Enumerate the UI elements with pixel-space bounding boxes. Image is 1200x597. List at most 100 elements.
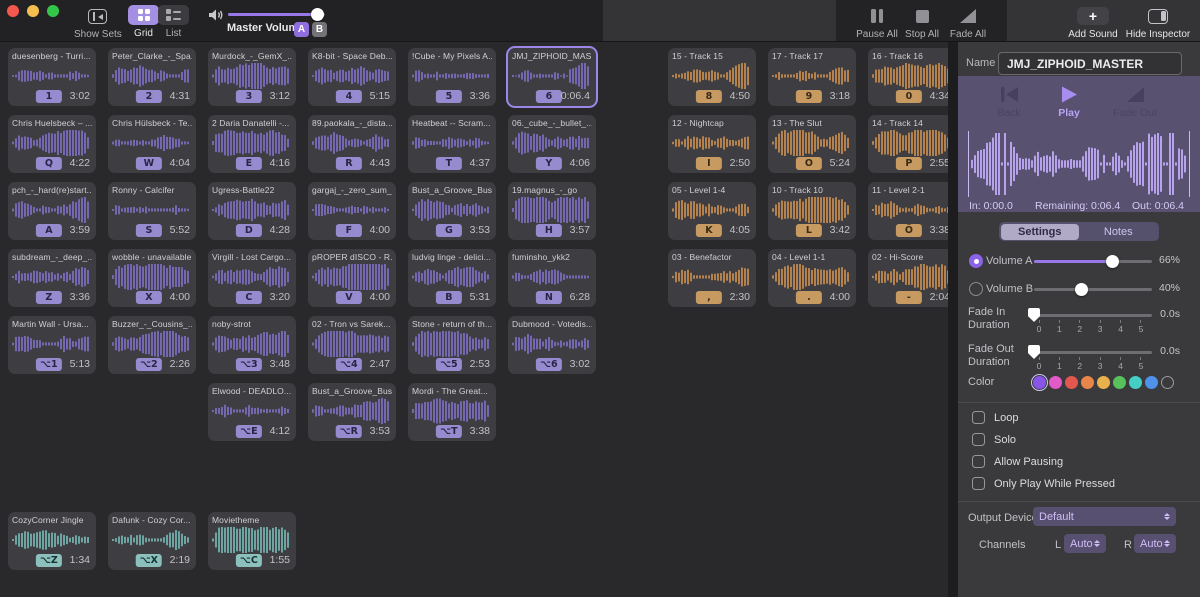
sound-tile[interactable]: 02 - Hi-Score-2:04 <box>868 249 956 307</box>
output-device-dropdown[interactable]: Default <box>1033 507 1176 526</box>
volume-a-button[interactable]: A <box>294 22 309 37</box>
sound-tile[interactable]: 10 - Track 10L3:42 <box>768 182 856 240</box>
fade-in-slider[interactable] <box>1034 314 1152 317</box>
color-swatch[interactable] <box>1033 376 1046 389</box>
color-swatch[interactable] <box>1113 376 1126 389</box>
checkbox[interactable] <box>972 455 985 468</box>
sound-tile[interactable]: Elwood - DEADLO...⌥E4:12 <box>208 383 296 441</box>
sound-tile[interactable]: K8-bit - Space Deb...45:15 <box>308 48 396 106</box>
hide-inspector-button[interactable]: Hide Inspector <box>1120 6 1196 40</box>
sound-tile[interactable]: fuminsho_ykk2N6:28 <box>508 249 596 307</box>
sound-tile[interactable]: Ugress-Battle22D4:28 <box>208 182 296 240</box>
sound-tile[interactable]: Dubmood - Votedis...⌥63:02 <box>508 316 596 374</box>
sound-tile[interactable]: gargaj_-_zero_sum_...F4:00 <box>308 182 396 240</box>
minimize-window-button[interactable] <box>27 5 39 17</box>
sound-tile[interactable]: Virgill - Lost Cargo...C3:20 <box>208 249 296 307</box>
fade-all-button[interactable]: Fade All <box>944 6 992 40</box>
sound-tile[interactable]: JMJ_ZIPHOID_MAS...60:06.4 <box>508 48 596 106</box>
sound-tile[interactable]: 03 - Benefactor,2:30 <box>668 249 756 307</box>
fade-out-slider[interactable] <box>1034 351 1152 354</box>
sound-tile[interactable]: Heatbeat -- Scram...T4:37 <box>408 115 496 173</box>
out-marker[interactable] <box>1189 131 1190 197</box>
checkbox[interactable] <box>972 477 985 490</box>
sound-tile[interactable]: Chris Huelsbeck – ...Q4:22 <box>8 115 96 173</box>
checkbox-row-allow-pausing[interactable]: Allow Pausing <box>958 452 1200 474</box>
volume-a-knob[interactable] <box>1106 255 1119 268</box>
sound-tile[interactable]: CozyCorner Jingle⌥Z1:34 <box>8 512 96 570</box>
sound-tile[interactable]: Murdock_-_GemX_...33:12 <box>208 48 296 106</box>
sound-tile[interactable]: 2 Daria Danatelli -...E4:16 <box>208 115 296 173</box>
sound-tile[interactable]: 89.paokala_-_dista...R4:43 <box>308 115 396 173</box>
color-swatch[interactable] <box>1081 376 1094 389</box>
sound-tile[interactable]: 16 - Track 1604:34 <box>868 48 956 106</box>
sound-tile[interactable]: pch_-_hard(re)start...A3:59 <box>8 182 96 240</box>
sound-tile[interactable]: pROPER dISCO - R...V4:00 <box>308 249 396 307</box>
checkbox-row-only-play-while-pressed[interactable]: Only Play While Pressed <box>958 474 1200 496</box>
add-sound-button[interactable]: + Add Sound <box>1068 6 1118 40</box>
sound-tile[interactable]: 05 - Level 1-4K4:05 <box>668 182 756 240</box>
sound-tile[interactable]: 11 - Level 2-1Ö3:38 <box>868 182 956 240</box>
name-field[interactable] <box>998 52 1182 75</box>
sound-tile[interactable]: ludvig linge - delici...B5:31 <box>408 249 496 307</box>
sound-tile[interactable]: Stone - return of th...⌥52:53 <box>408 316 496 374</box>
checkbox-row-loop[interactable]: Loop <box>958 408 1200 430</box>
volume-b-slider[interactable] <box>1034 288 1152 291</box>
color-swatch[interactable] <box>1129 376 1142 389</box>
checkbox[interactable] <box>972 433 985 446</box>
show-sets-button[interactable]: Show Sets <box>74 6 122 40</box>
sound-tile[interactable]: 19.magnus_-_goH3:57 <box>508 182 596 240</box>
sound-tile[interactable]: Dafunk - Cozy Cor...⌥X2:19 <box>108 512 196 570</box>
tab-notes[interactable]: Notes <box>1079 224 1158 240</box>
checkbox[interactable] <box>972 411 985 424</box>
sound-tile[interactable]: Martin Wall - Ursa...⌥15:13 <box>8 316 96 374</box>
sound-tile[interactable]: 15 - Track 1584:50 <box>668 48 756 106</box>
color-swatch[interactable] <box>1097 376 1110 389</box>
color-swatch[interactable] <box>1145 376 1158 389</box>
sound-tile[interactable]: 12 - NightcapI2:50 <box>668 115 756 173</box>
play-button[interactable]: Play <box>1044 86 1094 119</box>
color-swatch-none[interactable] <box>1161 376 1174 389</box>
sound-tile[interactable]: 17 - Track 1793:18 <box>768 48 856 106</box>
fade-out-button[interactable]: Fade Out <box>1110 86 1160 119</box>
sound-tile[interactable]: Bust_a_Groove_Bus...⌥R3:53 <box>308 383 396 441</box>
channel-r-dropdown[interactable]: Auto <box>1134 534 1176 553</box>
volume-b-knob[interactable] <box>1075 283 1088 296</box>
close-window-button[interactable] <box>7 5 19 17</box>
checkbox-row-solo[interactable]: Solo <box>958 430 1200 452</box>
color-swatch[interactable] <box>1065 376 1078 389</box>
inspector-waveform[interactable] <box>968 131 1190 197</box>
volume-b-button[interactable]: B <box>312 22 327 37</box>
tab-settings[interactable]: Settings <box>1001 224 1080 240</box>
sound-tile[interactable]: 13 - The SlutO5:24 <box>768 115 856 173</box>
sound-tile[interactable]: 02 - Tron vs Sarek...⌥42:47 <box>308 316 396 374</box>
sound-tile[interactable]: Buzzer_-_Cousins_...⌥22:26 <box>108 316 196 374</box>
sound-tile[interactable]: 06._cube_-_bullet_...Y4:06 <box>508 115 596 173</box>
sound-tile[interactable]: 14 - Track 14P2:55 <box>868 115 956 173</box>
sound-tile[interactable]: Bust_a_Groove_Bus...G3:53 <box>408 182 496 240</box>
channel-l-dropdown[interactable]: Auto <box>1064 534 1106 553</box>
volume-a-radio[interactable] <box>969 254 983 268</box>
stop-all-button[interactable]: Stop All <box>898 6 946 40</box>
list-view-button[interactable]: List <box>158 5 189 39</box>
sound-tile[interactable]: Movietheme⌥C1:55 <box>208 512 296 570</box>
color-swatch[interactable] <box>1049 376 1062 389</box>
sound-tile[interactable]: Mordi - The Great...⌥T3:38 <box>408 383 496 441</box>
back-button[interactable]: Back <box>984 86 1034 119</box>
sound-tile[interactable]: subdream_-_deep_...Z3:36 <box>8 249 96 307</box>
sound-tile[interactable]: Ronny - CalciferS5:52 <box>108 182 196 240</box>
volume-a-slider[interactable] <box>1034 260 1152 263</box>
grid-view-button[interactable]: Grid <box>128 5 159 39</box>
volume-b-radio[interactable] <box>969 282 983 296</box>
sound-tile[interactable]: Chris Hülsbeck - Te...W4:04 <box>108 115 196 173</box>
sound-tile[interactable]: !Cube - My Pixels A...53:36 <box>408 48 496 106</box>
sound-tile[interactable]: 04 - Level 1-1.4:00 <box>768 249 856 307</box>
pause-all-button[interactable]: Pause All <box>852 6 902 40</box>
scrollbar-gutter[interactable] <box>948 42 958 597</box>
sound-tile[interactable]: duesenberg - Turri...13:02 <box>8 48 96 106</box>
zoom-window-button[interactable] <box>47 5 59 17</box>
sound-tile[interactable]: wobble - unavailableX4:00 <box>108 249 196 307</box>
in-marker[interactable] <box>968 131 969 197</box>
master-volume-knob[interactable] <box>311 8 324 21</box>
sound-tile[interactable]: noby-strot⌥33:48 <box>208 316 296 374</box>
sound-tile[interactable]: Peter_Clarke_-_Spa...24:31 <box>108 48 196 106</box>
